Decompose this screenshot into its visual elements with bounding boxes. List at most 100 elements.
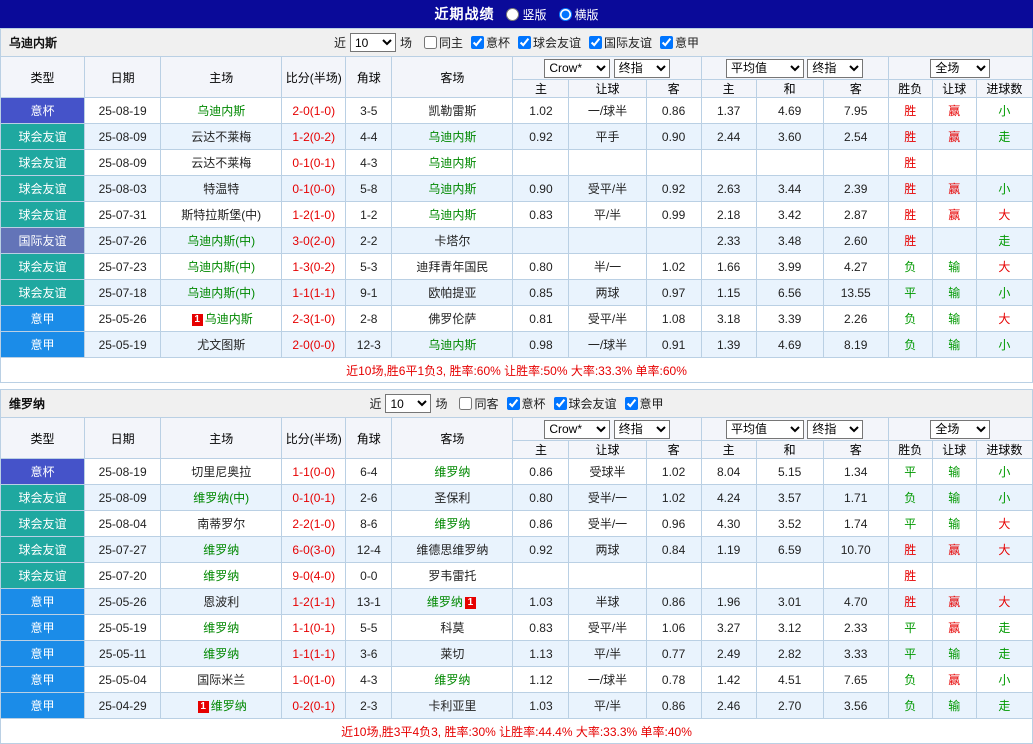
corner-score: 4-3 [346,667,392,693]
filter-checkbox[interactable] [471,36,484,49]
layout-option-vertical[interactable]: 竖版 [506,6,546,23]
subcol-avg-home: 主 [701,80,756,98]
result-goals: 走 [976,641,1032,667]
crown-handicap-line: 受平/半 [569,306,646,332]
crown-handicap-line: 受平/半 [569,615,646,641]
result-handicap [932,150,976,176]
filter-option[interactable]: 球会友谊 [518,34,581,51]
match-count-select[interactable]: 10 [385,394,431,413]
match-row: 意甲25-05-04国际米兰1-0(1-0)4-3维罗纳1.12一/球半0.78… [1,667,1033,693]
away-team-cell: 维罗纳1 [392,589,513,615]
match-date: 25-05-19 [85,615,161,641]
team-name-text: 乌迪内斯 [428,182,476,196]
filter-option[interactable]: 意甲 [625,395,664,412]
avg-home-odds: 2.33 [701,228,756,254]
corner-score: 6-4 [346,459,392,485]
result-goals: 大 [976,589,1032,615]
avg-odds-select[interactable]: 平均值 [726,59,804,78]
team-name-text: 维罗纳 [434,517,470,531]
avg-final-select[interactable]: 终指 [807,420,863,439]
crown-final-select[interactable]: 终指 [614,420,670,439]
result-handicap: 输 [932,280,976,306]
avg-away-odds: 2.39 [823,176,888,202]
scope-select[interactable]: 全场 [930,420,990,439]
team-section-verona: 维罗纳 近 10 场 同客意杯球会友谊意甲 类型 日期 主场 比分(半场) 角球… [0,389,1033,744]
filter-checkbox[interactable] [424,36,437,49]
result-outcome: 平 [888,280,932,306]
crown-odds-select[interactable]: Crow* [544,420,610,439]
filter-option[interactable]: 同主 [424,34,463,51]
avg-away-odds: 13.55 [823,280,888,306]
result-handicap: 赢 [932,537,976,563]
score-cell: 1-1(0-1) [282,615,346,641]
team-name-text: 乌迪内斯 [428,338,476,352]
crown-odds-select[interactable]: Crow* [544,59,610,78]
crown-handicap-line: 两球 [569,280,646,306]
avg-draw-odds: 4.51 [756,667,823,693]
crown-home-odds: 1.03 [513,693,569,719]
avg-draw-odds: 5.15 [756,459,823,485]
away-team-cell: 凯勒雷斯 [392,98,513,124]
filter-bar: 近 10 场 同主意杯球会友谊国际友谊意甲 [334,33,699,52]
match-row: 意杯25-08-19乌迪内斯2-0(1-0)3-5凯勒雷斯1.02一/球半0.8… [1,98,1033,124]
result-goals: 小 [976,280,1032,306]
home-team-cell: 1维罗纳 [161,693,282,719]
match-count-select[interactable]: 10 [350,33,396,52]
match-type: 意杯 [1,98,85,124]
filter-checkbox[interactable] [554,397,567,410]
layout-option-horizontal[interactable]: 横版 [559,6,599,23]
crown-away-odds: 0.78 [646,667,701,693]
subcol-crown-away: 客 [646,441,701,459]
filter-option[interactable]: 意杯 [471,34,510,51]
filter-option[interactable]: 国际友谊 [589,34,652,51]
avg-odds-select[interactable]: 平均值 [726,420,804,439]
crown-handicap-line: 受平/半 [569,176,646,202]
filter-checkbox[interactable] [507,397,520,410]
avg-away-odds [823,563,888,589]
home-team-cell: 乌迪内斯(中) [161,254,282,280]
avg-home-odds: 1.37 [701,98,756,124]
result-handicap: 输 [932,485,976,511]
result-goals: 小 [976,332,1032,358]
filter-checkbox[interactable] [625,397,638,410]
filter-checkbox[interactable] [518,36,531,49]
results-table: 维罗纳 近 10 场 同客意杯球会友谊意甲 类型 日期 主场 比分(半场) 角球… [0,389,1033,744]
match-row: 意杯25-08-19切里尼奥拉1-1(0-0)6-4维罗纳0.86受球半1.02… [1,459,1033,485]
match-date: 25-08-19 [85,98,161,124]
subcol-avg-draw: 和 [756,441,823,459]
avg-draw-odds: 4.69 [756,332,823,358]
match-type: 球会友谊 [1,280,85,306]
home-team-cell: 云达不莱梅 [161,124,282,150]
crown-home-odds: 1.13 [513,641,569,667]
result-goals: 走 [976,124,1032,150]
filter-option[interactable]: 同客 [459,395,498,412]
col-header-type: 类型 [1,57,85,98]
filter-option[interactable]: 球会友谊 [554,395,617,412]
team-name-text: 云达不莱梅 [191,130,251,144]
filter-checkbox[interactable] [589,36,602,49]
avg-away-odds: 1.34 [823,459,888,485]
corner-score: 2-8 [346,306,392,332]
team-name-text: 国际米兰 [197,673,245,687]
score-cell: 0-1(0-0) [282,176,346,202]
team-name-text: 圣保利 [434,491,470,505]
score-cell: 0-1(0-1) [282,150,346,176]
horizontal-layout-radio[interactable] [559,8,572,21]
avg-final-select[interactable]: 终指 [807,59,863,78]
score-cell: 1-2(1-1) [282,589,346,615]
crown-handicap-line [569,228,646,254]
result-handicap: 输 [932,693,976,719]
scope-select[interactable]: 全场 [930,59,990,78]
filter-option[interactable]: 意杯 [507,395,546,412]
vertical-layout-radio[interactable] [506,8,519,21]
result-handicap: 输 [932,459,976,485]
filter-checkbox[interactable] [459,397,472,410]
filter-checkbox-label: 意杯 [486,34,510,51]
crown-final-select[interactable]: 终指 [614,59,670,78]
filter-option[interactable]: 意甲 [660,34,699,51]
avg-away-odds: 1.71 [823,485,888,511]
filter-checkbox[interactable] [660,36,673,49]
result-goals: 小 [976,459,1032,485]
match-date: 25-08-09 [85,485,161,511]
avg-home-odds: 2.46 [701,693,756,719]
